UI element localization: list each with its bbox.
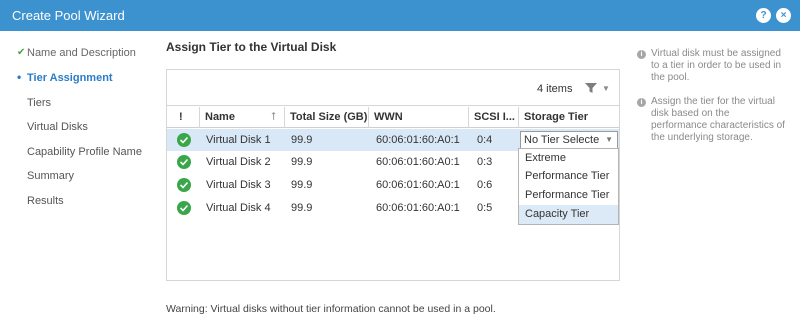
- step-label: Tiers: [27, 97, 52, 109]
- sort-ascending-icon: ⭡: [270, 111, 276, 123]
- dropdown-option-performance-tier[interactable]: Performance Tier: [519, 167, 618, 186]
- help-text: Assign the tier for the virtual disk bas…: [651, 96, 785, 143]
- step-tiers[interactable]: Tiers: [27, 97, 51, 109]
- check-circle-icon: [177, 155, 191, 169]
- chevron-down-icon: ▼: [605, 135, 613, 144]
- disk-wwn: 60:06:01:60:A0:1: [376, 179, 460, 191]
- disk-wwn: 60:06:01:60:A0:1: [376, 134, 460, 146]
- storage-tier-dropdown-list: Extreme Performance Tier Performance Tie…: [518, 148, 619, 225]
- grid-toolbar: 4 items ▼: [167, 70, 619, 106]
- info-icon: i: [637, 50, 646, 59]
- wizard-steps-sidebar: ✔ Name and Description • Tier Assignment…: [0, 31, 152, 330]
- column-header-wwn[interactable]: WWN: [369, 107, 469, 128]
- column-header-total-size[interactable]: Total Size (GB): [285, 107, 369, 128]
- help-note: i Assign the tier for the virtual disk b…: [637, 96, 788, 144]
- disk-name: Virtual Disk 2: [206, 156, 271, 168]
- page-title: Assign Tier to the Virtual Disk: [166, 40, 337, 54]
- grid-header-row: ! Name ⭡ Total Size (GB) WWN SCSI I... S…: [167, 107, 619, 128]
- disk-scsi: 0:3: [477, 156, 493, 168]
- dropdown-option-extreme[interactable]: Extreme: [519, 149, 618, 168]
- step-virtual-disks[interactable]: Virtual Disks: [27, 121, 88, 133]
- disk-size: 99.9: [291, 179, 313, 191]
- disk-scsi: 0:6: [477, 179, 493, 191]
- step-results[interactable]: Results: [27, 195, 64, 207]
- disk-name: Virtual Disk 3: [206, 179, 271, 191]
- filter-icon[interactable]: [585, 82, 597, 94]
- disk-wwn: 60:06:01:60:A0:1: [376, 156, 460, 168]
- disk-name: Virtual Disk 4: [206, 202, 271, 214]
- step-name-and-description[interactable]: ✔ Name and Description: [17, 47, 136, 59]
- step-label: Summary: [27, 170, 75, 182]
- warning-message: Warning: Virtual disks without tier info…: [166, 303, 496, 315]
- close-icon[interactable]: ×: [776, 8, 791, 23]
- check-circle-icon: [177, 178, 191, 192]
- storage-tier-select[interactable]: No Tier Selecte ▼: [520, 131, 618, 149]
- column-header-name[interactable]: Name ⭡: [200, 107, 285, 128]
- disk-name: Virtual Disk 1: [206, 134, 271, 146]
- chevron-down-icon[interactable]: ▼: [602, 84, 610, 93]
- help-icon[interactable]: ?: [756, 8, 771, 23]
- step-label: Virtual Disks: [27, 121, 88, 133]
- step-summary[interactable]: Summary: [27, 170, 74, 182]
- column-label: Name: [205, 111, 235, 123]
- help-note: i Virtual disk must be assigned to a tie…: [637, 48, 788, 84]
- step-label: Capability Profile Name: [27, 146, 142, 158]
- disk-scsi: 0:4: [477, 134, 493, 146]
- disk-size: 99.9: [291, 202, 313, 214]
- dropdown-option-capacity-tier[interactable]: Capacity Tier: [519, 205, 618, 224]
- step-label: Tier Assignment: [27, 72, 113, 84]
- info-icon: i: [637, 98, 646, 107]
- step-capability-profile-name[interactable]: Capability Profile Name: [27, 146, 142, 158]
- check-circle-icon: [177, 201, 191, 215]
- wizard-title-bar: Create Pool Wizard ? ×: [0, 0, 800, 31]
- column-header-scsi[interactable]: SCSI I...: [469, 107, 519, 128]
- disk-size: 99.9: [291, 134, 313, 146]
- step-label: Results: [27, 195, 64, 207]
- column-header-storage-tier[interactable]: Storage Tier: [519, 107, 619, 128]
- window-title: Create Pool Wizard: [12, 8, 125, 23]
- column-header-status[interactable]: !: [167, 107, 200, 128]
- help-text: Virtual disk must be assigned to a tier …: [651, 48, 782, 83]
- dropdown-option-performance-tier[interactable]: Performance Tier: [519, 186, 618, 205]
- check-circle-icon: [177, 133, 191, 147]
- storage-tier-value: No Tier Selecte: [524, 134, 600, 146]
- disk-size: 99.9: [291, 156, 313, 168]
- disk-scsi: 0:5: [477, 202, 493, 214]
- checkmark-icon: ✔: [17, 47, 26, 58]
- bullet-icon: •: [17, 70, 22, 84]
- step-tier-assignment[interactable]: • Tier Assignment: [17, 70, 113, 84]
- disk-wwn: 60:06:01:60:A0:1: [376, 202, 460, 214]
- step-label: Name and Description: [27, 47, 136, 59]
- items-count: 4 items: [537, 83, 573, 95]
